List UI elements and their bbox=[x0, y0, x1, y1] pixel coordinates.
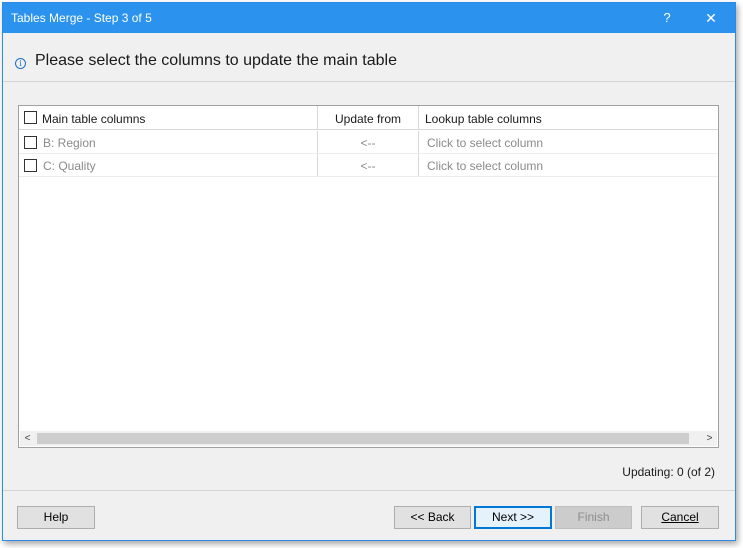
columns-grid: Main table columns Update from Lookup ta… bbox=[18, 105, 719, 448]
help-icon[interactable]: ? bbox=[647, 3, 687, 33]
grid-header-row: Main table columns Update from Lookup ta… bbox=[19, 106, 718, 130]
row-checkbox[interactable] bbox=[24, 136, 37, 149]
row-main-cell: B: Region bbox=[19, 131, 318, 153]
header-lookup-columns: Lookup table columns bbox=[419, 106, 718, 129]
window-title: Tables Merge - Step 3 of 5 bbox=[11, 11, 152, 25]
table-row[interactable]: C: Quality <-- Click to select column bbox=[19, 154, 718, 177]
next-button[interactable]: Next >> bbox=[474, 506, 552, 529]
row-main-column: C: Quality bbox=[43, 159, 96, 173]
header-update-label: Update from bbox=[334, 112, 402, 126]
updating-status: Updating: 0 (of 2) bbox=[622, 465, 715, 479]
finish-button[interactable]: Finish bbox=[555, 506, 632, 529]
dialog-footer: Help << Back Next >> Finish Cancel bbox=[3, 490, 735, 540]
select-all-checkbox[interactable] bbox=[24, 111, 37, 124]
scroll-left-icon[interactable]: < bbox=[20, 431, 35, 446]
scroll-thumb[interactable] bbox=[37, 433, 689, 444]
row-update-arrow: <-- bbox=[360, 159, 376, 173]
scroll-right-icon[interactable]: > bbox=[702, 431, 717, 446]
step-instruction: Please select the columns to update the … bbox=[35, 52, 397, 69]
close-icon[interactable]: ✕ bbox=[691, 3, 731, 33]
back-button[interactable]: << Back bbox=[394, 506, 471, 529]
row-lookup-cell[interactable]: Click to select column bbox=[419, 154, 718, 176]
help-button[interactable]: Help bbox=[17, 506, 95, 529]
row-update-cell: <-- bbox=[318, 154, 419, 176]
row-main-column: B: Region bbox=[43, 136, 96, 150]
header-main-label: Main table columns bbox=[42, 112, 146, 126]
header-lookup-label: Lookup table columns bbox=[425, 112, 542, 126]
horizontal-scrollbar[interactable]: < > bbox=[20, 431, 717, 446]
step-header: i Please select the columns to update th… bbox=[3, 33, 735, 82]
info-icon: i bbox=[15, 58, 26, 69]
tables-merge-dialog: Tables Merge - Step 3 of 5 ? ✕ i Please … bbox=[2, 2, 736, 541]
row-update-cell: <-- bbox=[318, 131, 419, 153]
row-lookup-select[interactable]: Click to select column bbox=[427, 136, 543, 150]
table-row[interactable]: B: Region <-- Click to select column bbox=[19, 131, 718, 154]
row-lookup-cell[interactable]: Click to select column bbox=[419, 131, 718, 153]
row-main-cell: C: Quality bbox=[19, 154, 318, 176]
header-update-from: Update from bbox=[318, 106, 419, 129]
cancel-button[interactable]: Cancel bbox=[641, 506, 719, 529]
row-checkbox[interactable] bbox=[24, 159, 37, 172]
header-main-columns: Main table columns bbox=[19, 106, 318, 129]
title-bar: Tables Merge - Step 3 of 5 ? ✕ bbox=[3, 3, 735, 33]
row-update-arrow: <-- bbox=[360, 136, 376, 150]
row-lookup-select[interactable]: Click to select column bbox=[427, 159, 543, 173]
